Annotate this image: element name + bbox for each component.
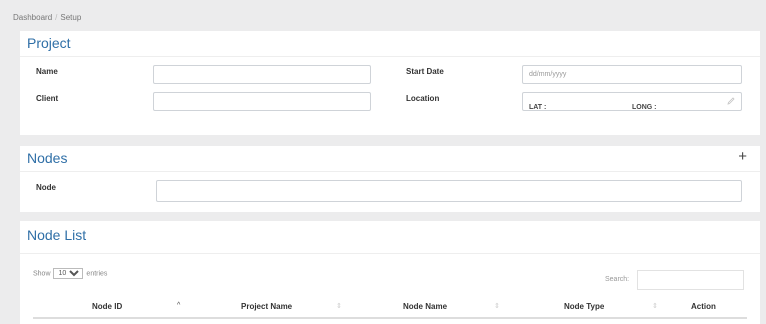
table-header-divider bbox=[33, 317, 747, 319]
pencil-icon[interactable] bbox=[726, 96, 736, 106]
name-label: Name bbox=[36, 67, 58, 76]
location-input[interactable]: LAT : LONG : bbox=[522, 92, 742, 111]
node-list-panel-header: Node List bbox=[20, 221, 760, 249]
project-title: Project bbox=[27, 35, 71, 51]
lat-label: LAT : bbox=[529, 104, 547, 111]
long-label: LONG : bbox=[632, 104, 657, 111]
start-date-label: Start Date bbox=[406, 67, 444, 76]
column-header-action: Action bbox=[691, 302, 716, 311]
page-length-select[interactable]: 10 bbox=[53, 268, 84, 279]
client-label: Client bbox=[36, 94, 59, 103]
search-label: Search: bbox=[605, 276, 630, 283]
table-toolbar: Show 10 entries Search: bbox=[20, 253, 760, 293]
sort-both-icon[interactable]: ⇕ bbox=[494, 302, 500, 310]
show-label: Show bbox=[33, 270, 51, 278]
breadcrumb-dashboard[interactable]: Dashboard bbox=[13, 13, 52, 22]
breadcrumb-setup: Setup bbox=[60, 13, 82, 22]
name-input[interactable] bbox=[153, 65, 371, 84]
nodes-panel-header: Nodes + bbox=[20, 146, 760, 172]
column-header-node-name[interactable]: Node Name bbox=[403, 302, 447, 311]
node-label: Node bbox=[36, 183, 56, 192]
client-input[interactable] bbox=[153, 92, 371, 111]
breadcrumb: Dashboard / Setup bbox=[13, 13, 81, 22]
nodes-panel: Nodes + Node bbox=[20, 146, 760, 212]
search-input[interactable] bbox=[637, 270, 744, 290]
sort-both-icon[interactable]: ⇕ bbox=[336, 302, 342, 310]
entries-label: entries bbox=[86, 270, 108, 278]
nodes-title: Nodes bbox=[27, 150, 68, 166]
start-date-input[interactable]: dd/mm/yyyy bbox=[522, 65, 742, 84]
plus-icon[interactable]: + bbox=[738, 149, 747, 164]
page-length-control: Show 10 entries bbox=[33, 268, 107, 279]
node-list-title: Node List bbox=[27, 227, 87, 243]
sort-both-icon[interactable]: ⇕ bbox=[652, 302, 658, 310]
node-list-panel: Node List Show 10 entries Search: Node I… bbox=[20, 221, 760, 324]
project-panel: Project Name Client Start Date dd/mm/yyy… bbox=[20, 31, 760, 135]
location-label: Location bbox=[406, 94, 440, 103]
node-input[interactable] bbox=[156, 180, 742, 202]
column-header-project-name[interactable]: Project Name bbox=[241, 302, 292, 311]
column-header-node-type[interactable]: Node Type bbox=[564, 302, 604, 311]
sort-ascending-icon[interactable]: ^ bbox=[177, 302, 180, 309]
project-panel-header: Project bbox=[20, 31, 760, 57]
column-header-node-id[interactable]: Node ID bbox=[92, 302, 122, 311]
